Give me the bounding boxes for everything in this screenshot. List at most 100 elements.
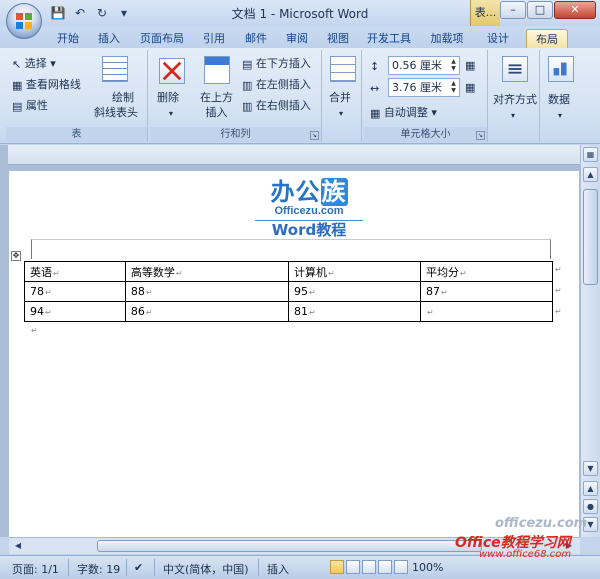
word-window: 💾 ↶ ↻ ▾ 文档 1 - Microsoft Word 表... – □ ✕…: [0, 0, 600, 579]
data-icon[interactable]: [548, 56, 574, 82]
zoom-level[interactable]: 100%: [412, 561, 443, 574]
rows-columns-group-label: 行和列: [150, 127, 321, 142]
table-cell[interactable]: 英语↵: [24, 261, 126, 282]
tab-layout[interactable]: 布局: [526, 29, 568, 48]
height-spinner-icon[interactable]: ▲ ▼: [449, 58, 458, 73]
insert-below-button[interactable]: ▤ 在下方插入: [242, 56, 311, 72]
table-cell[interactable]: ↵: [419, 301, 554, 322]
table-cell[interactable]: 94↵: [24, 301, 126, 322]
row-end-mark: ↵: [555, 265, 562, 274]
maximize-button[interactable]: □: [527, 1, 553, 19]
previous-page-icon[interactable]: ▲: [583, 481, 598, 496]
view-ruler-icon[interactable]: ▦: [583, 147, 598, 162]
document-page[interactable]: 办公族 Officezu.com Word教程 ✥ 英语↵ 高等数学↵ 计算机↵…: [9, 171, 579, 537]
insert-right-button[interactable]: ▥ 在右侧插入: [242, 98, 311, 114]
site-watermark: officezu.com Office教程学习网 www.office68.co…: [455, 516, 588, 560]
tab-design[interactable]: 设计: [482, 29, 514, 48]
merge-button[interactable]: 合并: [329, 90, 351, 105]
spell-check-icon[interactable]: ✔: [134, 561, 143, 574]
width-spinner-icon[interactable]: ▲ ▼: [449, 80, 458, 95]
table-cell[interactable]: 平均分↵: [419, 261, 554, 282]
minimize-button[interactable]: –: [500, 1, 526, 19]
table-cell[interactable]: 78↵: [24, 281, 126, 302]
delete-dropdown-arrow-icon[interactable]: ▾: [169, 106, 173, 121]
insert-left-button[interactable]: ▥ 在左侧插入: [242, 77, 311, 93]
alignment-button[interactable]: 对齐方式: [493, 92, 537, 107]
web-layout-view-icon[interactable]: [362, 560, 376, 574]
delete-button[interactable]: 删除: [157, 90, 179, 105]
table-cell[interactable]: 高等数学↵: [124, 261, 289, 282]
tab-references[interactable]: 引用: [198, 29, 230, 48]
tab-developer[interactable]: 开发工具: [363, 29, 415, 48]
delete-icon[interactable]: [159, 58, 185, 84]
column-width-input[interactable]: 3.76 厘米 ▲ ▼: [388, 78, 460, 97]
tab-mailings[interactable]: 邮件: [240, 29, 272, 48]
grades-table[interactable]: 英语↵ 高等数学↵ 计算机↵ 平均分↵ 78↵ 88↵ 95↵ 87↵ 94↵ …: [24, 261, 554, 322]
draw-diagonal-header-button[interactable]: 绘制 斜线表头: [94, 90, 138, 120]
alignment-group: 对齐方式 ▾: [490, 50, 540, 142]
table-cell[interactable]: 88↵: [124, 281, 289, 302]
table-cell[interactable]: 计算机↵: [287, 261, 421, 282]
close-button[interactable]: ✕: [554, 1, 596, 19]
word-count[interactable]: 字数: 19: [77, 561, 120, 577]
table-cell[interactable]: 81↵: [287, 301, 421, 322]
table-cell[interactable]: 95↵: [287, 281, 421, 302]
data-dropdown-arrow-icon[interactable]: ▾: [558, 108, 562, 123]
merge-icon[interactable]: [330, 56, 356, 82]
row-height-input[interactable]: 0.56 厘米 ▲ ▼: [388, 56, 460, 75]
office-button[interactable]: [6, 3, 42, 39]
view-buttons: [330, 560, 408, 574]
browse-object-icon[interactable]: ●: [583, 499, 598, 514]
merge-dropdown-arrow-icon[interactable]: ▾: [339, 106, 343, 121]
alignment-dropdown-arrow-icon[interactable]: ▾: [511, 108, 515, 123]
rows-columns-launcher-icon[interactable]: ↘: [310, 131, 319, 140]
scroll-up-icon[interactable]: ▲: [583, 167, 598, 182]
distribute-rows-icon[interactable]: ▦: [465, 58, 475, 73]
horizontal-ruler[interactable]: [8, 145, 580, 165]
row-end-mark: ↵: [555, 286, 562, 295]
cell-size-group-label: 单元格大小: [364, 127, 487, 142]
scroll-down-icon[interactable]: ▼: [583, 461, 598, 476]
properties-button[interactable]: ▤ 属性: [12, 98, 48, 114]
scroll-left-icon[interactable]: ◀: [11, 539, 25, 553]
insert-above-icon[interactable]: [204, 56, 230, 84]
data-button[interactable]: 数据: [548, 92, 570, 107]
select-button[interactable]: ↖ 选择 ▾: [12, 56, 56, 72]
tab-insert[interactable]: 插入: [93, 29, 125, 48]
tab-review[interactable]: 审阅: [281, 29, 313, 48]
table-cell[interactable]: 86↵: [124, 301, 289, 322]
insert-left-icon: ▥: [242, 78, 253, 92]
table-row: 94↵ 86↵ 81↵ ↵: [24, 301, 554, 322]
horizontal-scroll-thumb[interactable]: [97, 540, 482, 552]
language-indicator[interactable]: 中文(简体，中国): [163, 561, 249, 577]
watermark-officezu: officezu.com: [495, 516, 588, 531]
tab-page-layout[interactable]: 页面布局: [136, 29, 188, 48]
draw-diagonal-icon[interactable]: [102, 56, 128, 82]
table-row: 英语↵ 高等数学↵ 计算机↵ 平均分↵: [24, 261, 554, 282]
tab-view[interactable]: 视图: [322, 29, 354, 48]
outline-view-icon[interactable]: [378, 560, 392, 574]
vertical-scroll-thumb[interactable]: [583, 189, 598, 285]
insert-above-button[interactable]: 在上方 插入: [200, 90, 233, 120]
full-screen-reading-view-icon[interactable]: [346, 560, 360, 574]
alignment-icon[interactable]: [502, 56, 528, 82]
page-indicator[interactable]: 页面: 1/1: [12, 561, 59, 577]
tab-home[interactable]: 开始: [52, 29, 84, 48]
vertical-scrollbar[interactable]: ▦ ▲ ▼ ▲ ● ▼: [580, 145, 600, 537]
gridlines-icon: ▦: [12, 78, 23, 92]
cell-size-launcher-icon[interactable]: ↘: [476, 131, 485, 140]
site-logo: 办公族 Officezu.com Word教程: [249, 178, 369, 239]
draft-view-icon[interactable]: [394, 560, 408, 574]
distribute-columns-icon[interactable]: ▦: [465, 80, 475, 95]
tab-addins[interactable]: 加载项: [425, 29, 469, 48]
logo-main-text: 办公族: [270, 178, 348, 206]
table-cell[interactable]: 87↵: [419, 281, 554, 302]
print-layout-view-icon[interactable]: [330, 560, 344, 574]
status-separator: [126, 559, 127, 576]
view-gridlines-button[interactable]: ▦ 查看网格线: [12, 77, 81, 93]
insert-right-icon: ▥: [242, 99, 253, 113]
insert-mode-indicator[interactable]: 插入: [267, 561, 289, 577]
data-group: 数据 ▾: [542, 50, 582, 142]
autofit-button[interactable]: ▦ 自动调整 ▾: [370, 105, 437, 121]
table-move-handle-icon[interactable]: ✥: [11, 251, 21, 261]
